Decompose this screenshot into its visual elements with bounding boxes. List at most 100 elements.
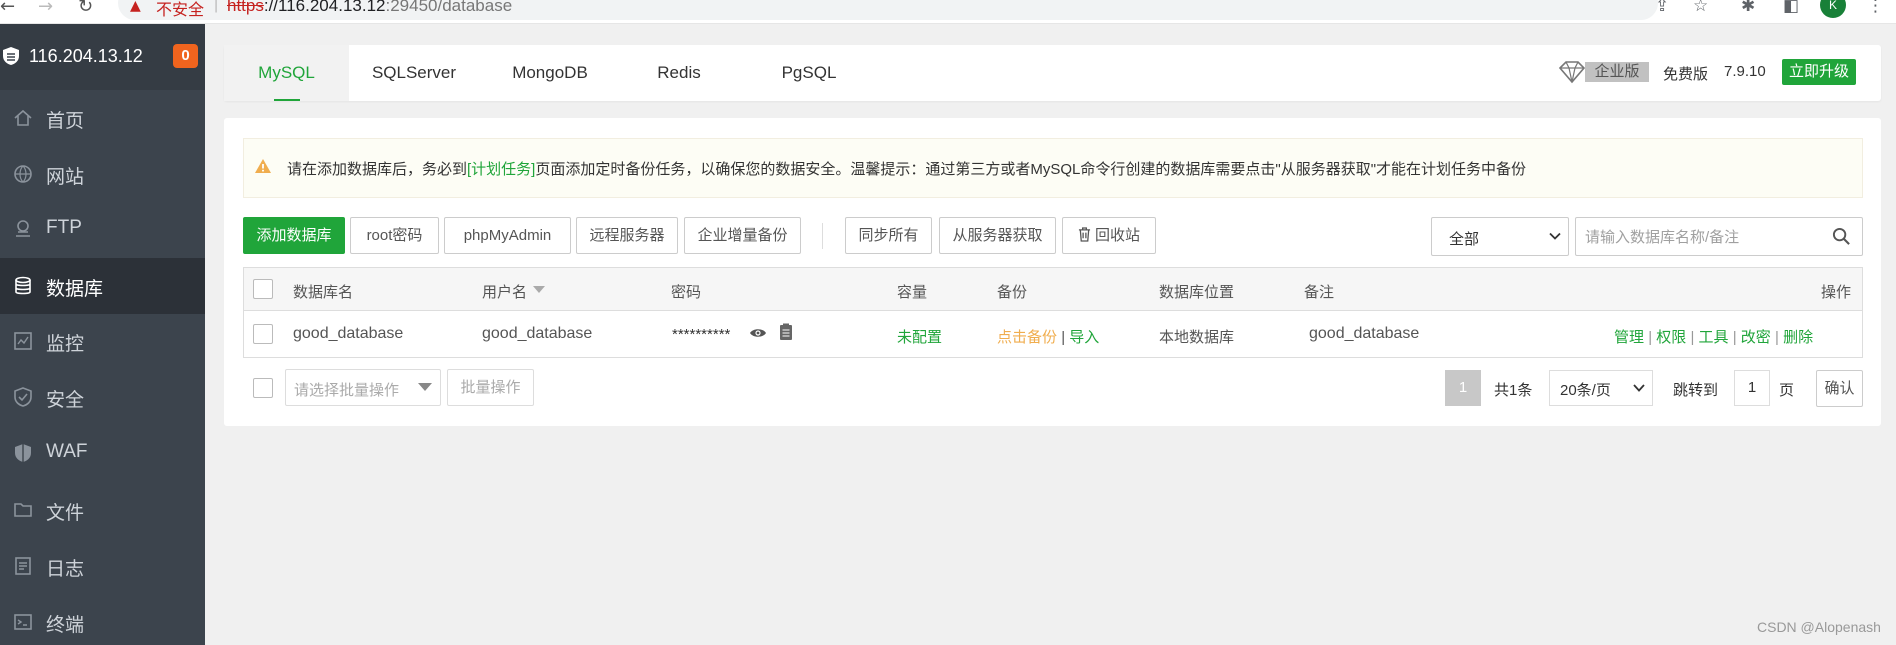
sort-caret-icon[interactable] bbox=[533, 286, 545, 294]
enterprise-label: 企业版 bbox=[1585, 62, 1649, 82]
change-password-link[interactable]: 改密 bbox=[1741, 329, 1771, 346]
search-icon[interactable] bbox=[1832, 227, 1851, 246]
sidebar-item-label: 安全 bbox=[46, 390, 85, 411]
globe-icon bbox=[14, 165, 32, 183]
watermark: CSDN @Alopenash bbox=[1757, 619, 1881, 635]
notice-text-before: 请在添加数据库后，务必到 bbox=[287, 161, 468, 178]
chevron-down-icon bbox=[1633, 384, 1645, 392]
remote-server-button[interactable]: 远程服务器 bbox=[576, 217, 678, 254]
click-backup-link[interactable]: 点击备份 bbox=[997, 329, 1057, 346]
import-link[interactable]: 导入 bbox=[1069, 329, 1099, 346]
sidebar-item-website[interactable]: 网站 bbox=[0, 146, 205, 202]
cron-task-link[interactable]: [计划任务] bbox=[467, 161, 535, 178]
permission-link[interactable]: 权限 bbox=[1656, 329, 1686, 346]
eye-icon[interactable] bbox=[749, 325, 767, 341]
message-count-badge[interactable]: 0 bbox=[173, 44, 198, 68]
jump-page-input[interactable]: 1 bbox=[1734, 370, 1770, 406]
enterprise-backup-button[interactable]: 企业增量备份 bbox=[684, 217, 801, 254]
sidebar-item-logs[interactable]: 日志 bbox=[0, 538, 205, 594]
sidebar-item-waf[interactable]: WAF bbox=[0, 425, 205, 481]
chevron-down-icon bbox=[1549, 232, 1561, 240]
add-database-button[interactable]: 添加数据库 bbox=[243, 217, 345, 254]
batch-select-placeholder: 请选择批量操作 bbox=[294, 382, 400, 399]
jump-to-label: 跳转到 bbox=[1673, 382, 1719, 399]
warning-icon[interactable]: ▲ bbox=[130, 0, 141, 14]
sidebar-item-label: FTP bbox=[46, 217, 82, 238]
tab-mysql[interactable]: MySQL bbox=[224, 45, 349, 101]
browser-toolbar: ← → ↻ ▲ 不安全 | https://116.204.13.12:2945… bbox=[0, 0, 1896, 24]
sidebar-item-database[interactable]: 数据库 bbox=[0, 258, 205, 314]
sidebar-item-label: WAF bbox=[46, 441, 88, 462]
ftp-icon bbox=[16, 220, 30, 237]
sync-all-button[interactable]: 同步所有 bbox=[845, 217, 932, 254]
not-secure-label[interactable]: 不安全 bbox=[156, 0, 204, 20]
copy-icon[interactable] bbox=[779, 323, 793, 341]
extensions-icon[interactable]: ✱ bbox=[1741, 0, 1755, 16]
delete-link[interactable]: 删除 bbox=[1783, 329, 1813, 346]
tab-redis[interactable]: Redis bbox=[634, 45, 724, 101]
reload-icon[interactable]: ↻ bbox=[78, 0, 93, 17]
action-separator: | bbox=[1774, 329, 1779, 346]
toolbar-divider bbox=[822, 223, 823, 249]
warning-triangle-icon bbox=[255, 159, 271, 173]
cell-capacity[interactable]: 未配置 bbox=[897, 326, 942, 347]
more-menu-icon[interactable]: ⋮ bbox=[1867, 0, 1884, 16]
action-separator: | bbox=[1690, 329, 1695, 346]
phpmyadmin-button[interactable]: phpMyAdmin bbox=[444, 217, 571, 254]
enterprise-edition-badge[interactable]: 企业版 bbox=[1557, 60, 1649, 84]
share-icon[interactable]: ⇪ bbox=[1655, 0, 1669, 16]
sidebar-item-label: 终端 bbox=[46, 615, 85, 636]
header-capacity: 容量 bbox=[897, 284, 928, 301]
url-host: ://116.204.13.12 bbox=[263, 0, 386, 15]
server-header: 116.204.13.12 0 bbox=[0, 24, 205, 90]
recycle-bin-label: 回收站 bbox=[1094, 227, 1140, 244]
upgrade-button[interactable]: 立即升级 bbox=[1782, 59, 1856, 85]
sidebar-item-label: 数据库 bbox=[46, 279, 104, 300]
tab-pgsql[interactable]: PgSQL bbox=[764, 45, 854, 101]
root-password-button[interactable]: root密码 bbox=[350, 217, 439, 254]
forward-icon[interactable]: → bbox=[38, 0, 53, 17]
action-separator: | bbox=[1648, 329, 1653, 346]
header-database-name: 数据库名 bbox=[293, 284, 354, 301]
sidebar-item-monitor[interactable]: 监控 bbox=[0, 313, 205, 369]
batch-operation-button[interactable]: 批量操作 bbox=[447, 369, 534, 406]
url-text[interactable]: https://116.204.13.12:29450/database bbox=[227, 0, 512, 16]
row-checkbox[interactable] bbox=[253, 324, 273, 344]
server-shield-icon bbox=[3, 47, 19, 65]
tab-sqlserver[interactable]: SQLServer bbox=[364, 45, 464, 101]
page-current[interactable]: 1 bbox=[1445, 370, 1481, 406]
cell-location: 本地数据库 bbox=[1159, 329, 1235, 346]
backup-separator: | bbox=[1061, 329, 1066, 346]
sidebar-item-home[interactable]: 首页 bbox=[0, 90, 205, 146]
sidebar-item-ftp[interactable]: FTP bbox=[0, 201, 205, 257]
page-unit-label: 页 bbox=[1779, 382, 1795, 399]
sidepanel-icon[interactable]: ◧ bbox=[1783, 0, 1799, 16]
sidebar-item-security[interactable]: 安全 bbox=[0, 369, 205, 425]
version-label[interactable]: 7.9.10 bbox=[1724, 63, 1766, 80]
action-separator: | bbox=[1732, 329, 1737, 346]
waf-shield-icon bbox=[15, 444, 31, 462]
recycle-bin-button[interactable]: 回收站 bbox=[1062, 217, 1156, 254]
select-all-checkbox[interactable] bbox=[253, 279, 273, 299]
cell-database-name[interactable]: good_database bbox=[293, 325, 403, 343]
jump-confirm-button[interactable]: 确认 bbox=[1816, 370, 1863, 407]
profile-avatar[interactable]: K bbox=[1820, 0, 1846, 18]
sidebar-item-files[interactable]: 文件 bbox=[0, 482, 205, 538]
tools-link[interactable]: 工具 bbox=[1699, 329, 1729, 346]
sidebar-item-label: 监控 bbox=[46, 334, 85, 355]
back-icon[interactable]: ← bbox=[0, 0, 15, 17]
search-input[interactable] bbox=[1585, 226, 1815, 248]
url-path: :29450/database bbox=[385, 0, 513, 15]
server-ip[interactable]: 116.204.13.12 bbox=[29, 46, 143, 67]
tab-mongodb[interactable]: MongoDB bbox=[500, 45, 600, 101]
sidebar-item-terminal[interactable]: 终端 bbox=[0, 594, 205, 645]
folder-icon bbox=[14, 503, 32, 517]
cell-note[interactable]: good_database bbox=[1309, 325, 1419, 343]
monitor-icon bbox=[14, 332, 32, 350]
bookmark-star-icon[interactable]: ☆ bbox=[1693, 0, 1708, 16]
header-username[interactable]: 用户名 bbox=[482, 281, 527, 302]
manage-link[interactable]: 管理 bbox=[1614, 329, 1644, 346]
cell-backup: 点击备份 | 导入 bbox=[997, 326, 1099, 347]
fetch-from-server-button[interactable]: 从服务器获取 bbox=[939, 217, 1056, 254]
batch-select-all-checkbox[interactable] bbox=[253, 378, 273, 398]
